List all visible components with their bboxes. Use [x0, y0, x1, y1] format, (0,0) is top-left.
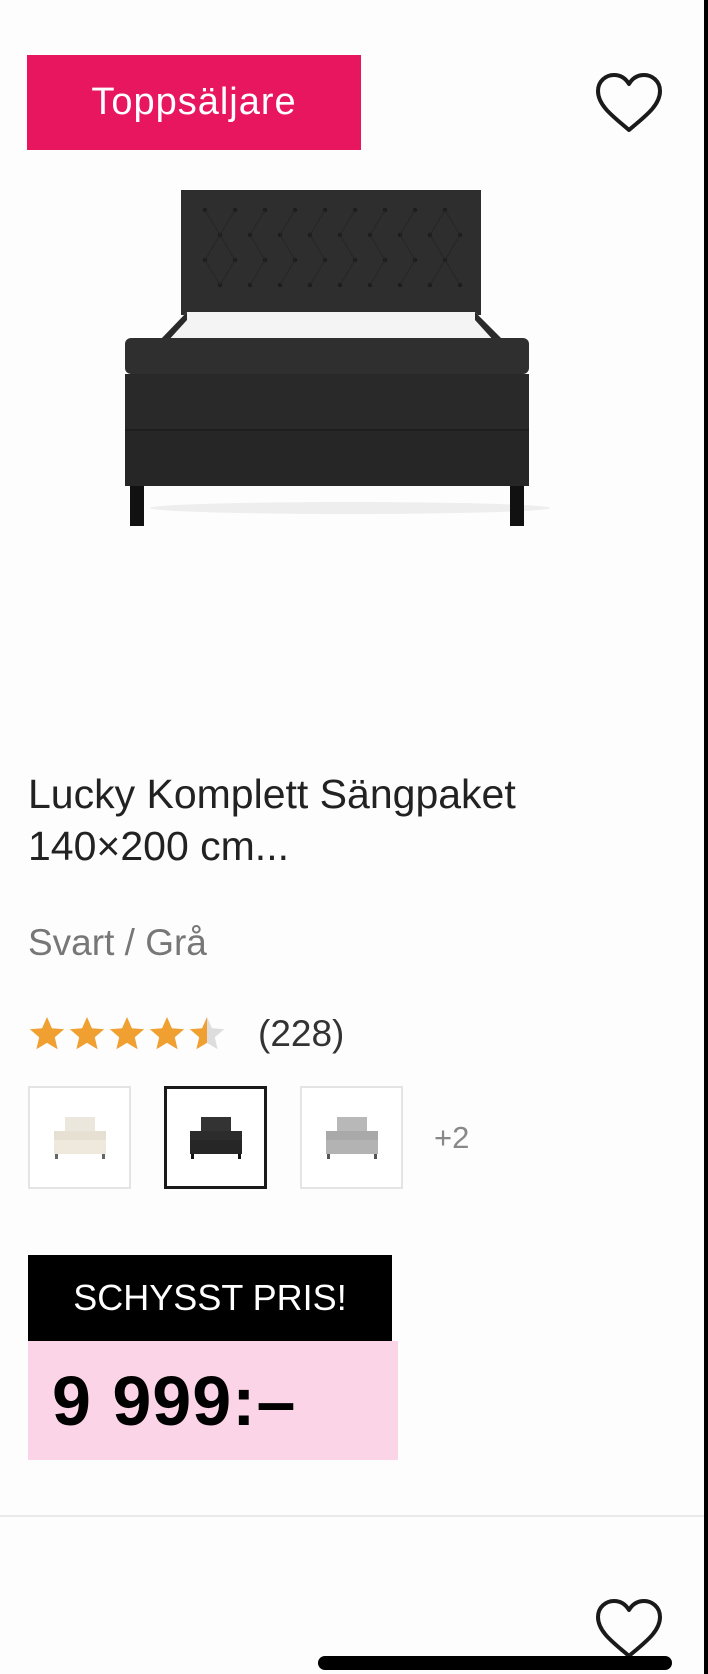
star-icon — [189, 1017, 225, 1050]
heart-icon[interactable] — [594, 72, 664, 134]
heart-icon[interactable] — [594, 1598, 664, 1660]
price-box: 9 999:– — [28, 1341, 398, 1460]
star-icon — [109, 1017, 145, 1050]
swatch-grey[interactable] — [300, 1086, 403, 1189]
more-colors-link[interactable]: +2 — [434, 1120, 469, 1156]
star-icon — [69, 1017, 105, 1050]
product-price: 9 999:– — [52, 1361, 297, 1440]
bed-thumbnail-icon — [189, 1116, 242, 1159]
rating[interactable]: (228) — [28, 1012, 344, 1056]
product-image[interactable] — [125, 190, 575, 570]
star-icon — [29, 1017, 65, 1050]
divider — [0, 1515, 704, 1517]
home-indicator[interactable] — [318, 1656, 672, 1670]
bestseller-badge: Toppsäljare — [27, 55, 361, 150]
color-swatches: +2 — [28, 1086, 469, 1189]
product-color: Svart / Grå — [28, 922, 207, 963]
product-title[interactable]: Lucky Komplett Sängpaket 140×200 cm... — [28, 768, 668, 872]
bed-thumbnail-icon — [53, 1116, 106, 1159]
screen: Toppsäljare Lucky Komplett Sängpaket 140… — [0, 0, 704, 1674]
rating-stars — [28, 1015, 228, 1053]
bed-thumbnail-icon — [325, 1116, 378, 1159]
star-icon — [149, 1017, 185, 1050]
product-card[interactable]: Toppsäljare Lucky Komplett Sängpaket 140… — [0, 0, 704, 1515]
swatch-beige[interactable] — [28, 1086, 131, 1189]
swatch-black[interactable] — [164, 1086, 267, 1189]
promo-label: SCHYSST PRIS! — [28, 1255, 392, 1341]
rating-count: (228) — [258, 1013, 345, 1054]
